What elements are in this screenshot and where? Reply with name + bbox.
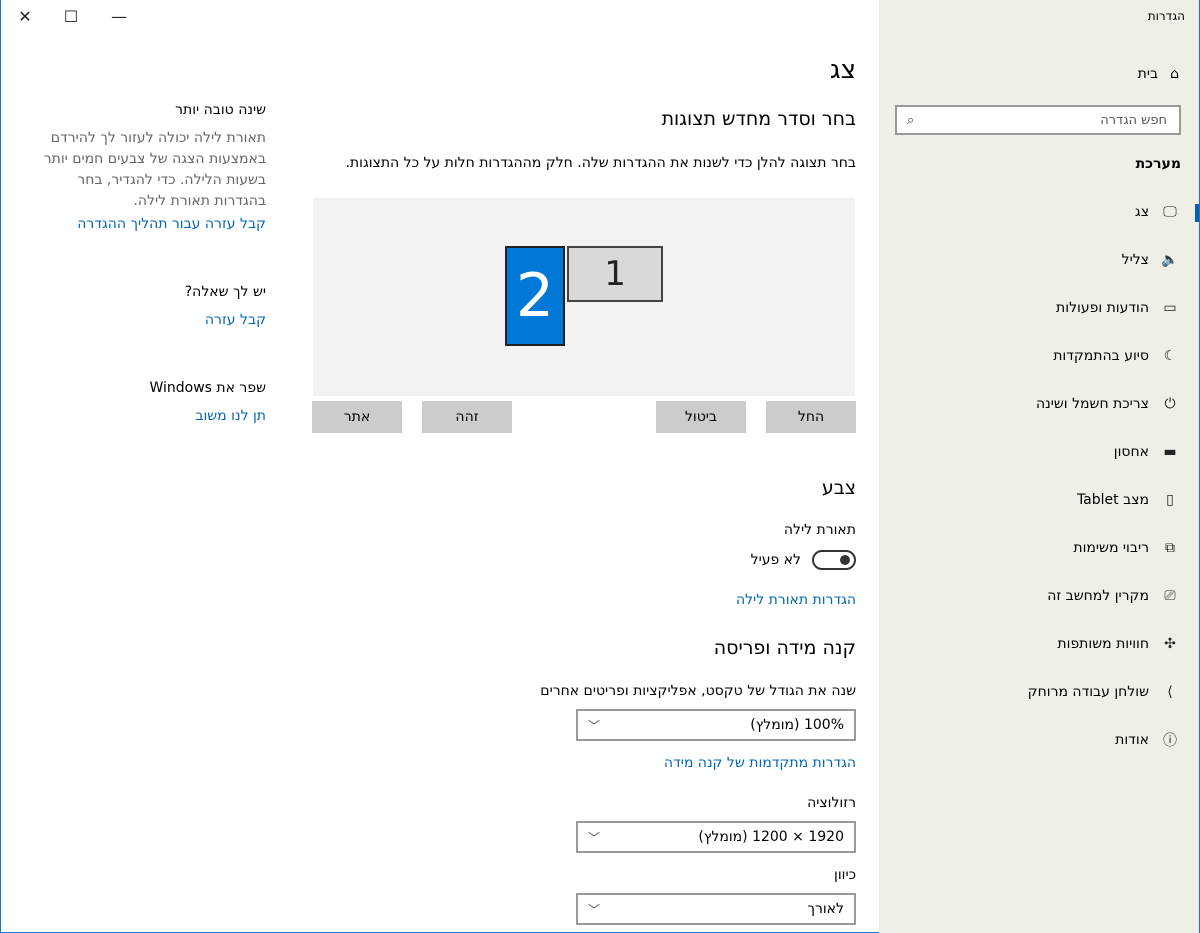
home-nav-item[interactable]: ⌂ בית (1138, 64, 1179, 84)
about-icon: ⓘ (1163, 733, 1177, 749)
arrange-displays-description: בחר תצוגה להלן כדי לשנות את ההגדרות שלה.… (345, 155, 856, 171)
advanced-scaling-link[interactable]: הגדרות מתקדמות של קנה מידה (664, 755, 856, 771)
system-section-heading: מערכת (1135, 156, 1181, 172)
monitor-1[interactable]: 1 (567, 246, 663, 302)
chevron-down-icon: ﹀ (588, 718, 601, 733)
night-light-settings-link[interactable]: הגדרות תאורת לילה (736, 592, 856, 608)
display-settings-main: צג בחר וסדר מחדש תצוגות בחר תצוגה להלן כ… (301, 0, 861, 933)
sidebar-item-label: צג (1134, 204, 1149, 220)
speaker-icon: 🔈 (1161, 252, 1179, 268)
detect-button[interactable]: אתר (312, 401, 402, 433)
notification-icon: ▭ (1163, 300, 1177, 316)
sidebar-item-label: חוויות משותפות (1057, 636, 1149, 652)
sidebar-item-4[interactable]: ⏻ צריכת חשמל ושינה (879, 380, 1199, 428)
setup-help-link[interactable]: קבל עזרה עבור תהליך ההגדרה (77, 216, 266, 232)
sidebar-item-0[interactable]: 🖵 צג (879, 188, 1199, 236)
sidebar-item-label: צריכת חשמל ושינה (1036, 396, 1149, 412)
close-icon: ✕ (18, 6, 32, 26)
chevron-down-icon: ﹀ (588, 902, 601, 917)
resolution-label: רזולוציה (807, 795, 856, 811)
search-box[interactable]: ⌕ (895, 105, 1181, 135)
display-arrangement-area[interactable]: 1 2 (313, 198, 855, 396)
color-heading: צבע (821, 477, 856, 499)
sidebar-item-6[interactable]: ▯ מצב Tablet (879, 476, 1199, 524)
help-panel: שינה טובה יותר תאורת לילה יכולה לעזור לך… (31, 0, 267, 933)
power-icon: ⏻ (1164, 396, 1176, 412)
sidebar-item-8[interactable]: ⎚ מקרין למחשב זה (879, 572, 1199, 620)
sidebar-item-label: צליל (1121, 252, 1149, 268)
sidebar-item-label: שולחן עבודה מרוחק (1027, 684, 1149, 700)
settings-sidebar: הגדרות ⌂ בית ⌕ מערכת 🖵 צג 🔈 צליל ▭ הודעות ופע… (879, 0, 1199, 933)
sidebar-item-5[interactable]: ▬ אחסון (879, 428, 1199, 476)
resolution-value: 1920 × 1200 (מומלץ) (698, 829, 844, 845)
improve-windows-title: שפר את Windows (149, 380, 266, 396)
scale-label: שנה את הגודל של טקסט, אפליקציות ופריטים … (540, 683, 856, 699)
sleep-better-title: שינה טובה יותר (175, 102, 266, 118)
moon-icon: ☾ (1163, 348, 1177, 364)
system-nav-list: 🖵 צג 🔈 צליל ▭ הודעות ופעולות ☾ סיוע בהתמקדות ⏻ צר… (879, 188, 1199, 764)
home-icon: ⌂ (1170, 66, 1179, 82)
search-icon: ⌕ (907, 112, 915, 128)
storage-icon: ▬ (1163, 444, 1177, 460)
sidebar-item-10[interactable]: ⟩ שולחן עבודה מרוחק (879, 668, 1199, 716)
home-label: בית (1137, 66, 1159, 82)
sidebar-item-label: מקרין למחשב זה (1047, 588, 1149, 604)
scale-dropdown[interactable]: 100% (מומלץ) ﹀ (576, 709, 856, 741)
sidebar-item-label: אחסון (1113, 444, 1149, 460)
sidebar-item-7[interactable]: ⧉ ריבוי משימות (879, 524, 1199, 572)
search-input[interactable] (925, 111, 1169, 129)
sidebar-item-3[interactable]: ☾ סיוע בהתמקדות (879, 332, 1199, 380)
scale-value: 100% (מומלץ) (750, 717, 844, 733)
multitasking-icon: ⧉ (1165, 540, 1175, 556)
sidebar-item-1[interactable]: 🔈 צליל (879, 236, 1199, 284)
scale-layout-heading: קנה מידה ופריסה (713, 637, 856, 659)
cancel-button[interactable]: ביטול (656, 401, 746, 433)
sidebar-item-label: אודות (1115, 732, 1149, 748)
app-title: הגדרות (1147, 9, 1185, 23)
arrange-displays-heading: בחר וסדר מחדש תצוגות (661, 108, 856, 130)
orientation-value: לאורך (807, 901, 844, 917)
sidebar-item-label: ריבוי משימות (1073, 540, 1149, 556)
sidebar-item-label: סיוע בהתמקדות (1053, 348, 1149, 364)
get-help-link[interactable]: קבל עזרה (205, 312, 266, 328)
night-light-state: לא פעיל (750, 552, 801, 568)
tablet-icon: ▯ (1166, 492, 1174, 508)
settings-window: ✕ ☐ — שינה טובה יותר תאורת לילה יכולה לע… (0, 0, 1200, 933)
apply-button[interactable]: החל (766, 401, 856, 433)
sleep-better-description: תאורת לילה יכולה לעזור לך להירדם באמצעות… (43, 130, 266, 209)
monitor-icon: 🖵 (1163, 204, 1177, 220)
feedback-link[interactable]: תן לנו משוב (195, 408, 266, 424)
sidebar-item-9[interactable]: ✣ חוויות משותפות (879, 620, 1199, 668)
monitor-2[interactable]: 2 (505, 246, 565, 346)
orientation-dropdown[interactable]: לאורך ﹀ (576, 893, 856, 925)
question-title: יש לך שאלה? (184, 284, 266, 300)
sidebar-item-11[interactable]: ⓘ אודות (879, 716, 1199, 764)
sidebar-item-label: מצב Tablet (1076, 492, 1149, 508)
resolution-dropdown[interactable]: 1920 × 1200 (מומלץ) ﹀ (576, 821, 856, 853)
night-light-toggle[interactable] (812, 550, 856, 570)
night-light-label: תאורת לילה (783, 522, 856, 538)
identify-button[interactable]: זהה (422, 401, 512, 433)
shared-experiences-icon: ✣ (1164, 636, 1176, 652)
chevron-down-icon: ﹀ (588, 830, 601, 845)
orientation-label: כיוון (834, 867, 856, 883)
projecting-icon: ⎚ (1164, 588, 1176, 604)
remote-desktop-icon: ⟩ (1167, 684, 1173, 700)
toggle-knob (840, 555, 850, 565)
sidebar-item-label: הודעות ופעולות (1056, 300, 1149, 316)
page-title: צג (829, 55, 856, 85)
sidebar-item-2[interactable]: ▭ הודעות ופעולות (879, 284, 1199, 332)
